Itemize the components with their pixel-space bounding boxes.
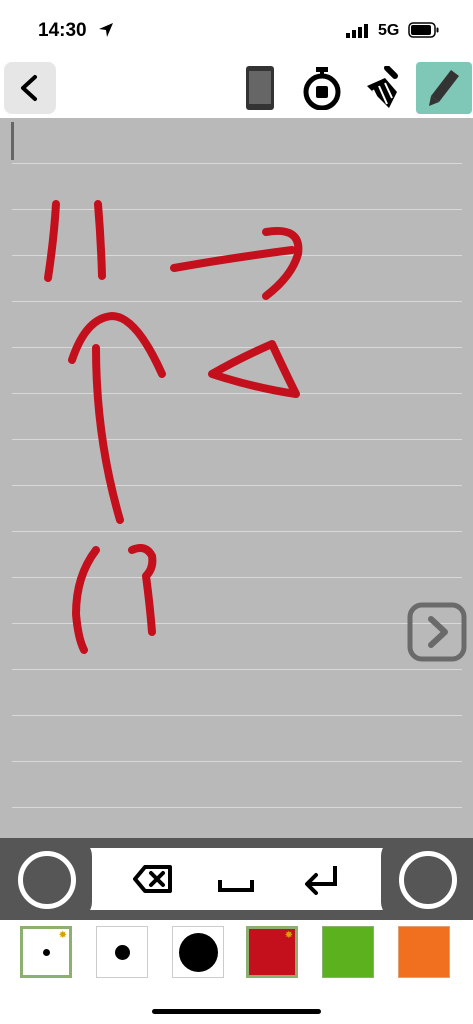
clear-button[interactable] [356, 62, 408, 114]
broom-icon [367, 66, 398, 108]
space-button[interactable] [213, 858, 259, 900]
pencil-button[interactable] [416, 62, 472, 114]
circle-icon [18, 851, 76, 909]
stopwatch-icon [303, 67, 341, 110]
pen-size-small[interactable]: ✸ [20, 926, 72, 978]
location-arrow-icon [98, 22, 114, 43]
next-page-button[interactable] [407, 602, 467, 662]
pen-size-medium[interactable] [96, 926, 148, 978]
network-label: 5G [378, 22, 400, 39]
home-indicator[interactable] [152, 1009, 321, 1014]
bottom-bar [0, 838, 473, 920]
key-panel [100, 850, 374, 908]
color-orange[interactable] [398, 926, 450, 978]
signal-icon [346, 24, 372, 43]
pen-size-large[interactable] [172, 926, 224, 978]
space-icon [218, 880, 254, 892]
backspace-icon [133, 865, 172, 893]
battery-icon [408, 22, 440, 43]
selected-star-icon: ✸ [58, 930, 67, 941]
color-green[interactable] [322, 926, 374, 978]
dot-small [43, 949, 50, 956]
selected-star-icon: ✸ [284, 930, 293, 941]
phone-button[interactable] [234, 62, 286, 114]
pen-palette: ✸ ✸ [0, 920, 473, 990]
drawing-canvas[interactable] [0, 118, 473, 838]
left-circle-button[interactable] [0, 838, 92, 920]
return-button[interactable] [298, 858, 344, 900]
chevron-left-icon [21, 75, 37, 101]
right-circle-button[interactable] [381, 838, 473, 920]
circle-icon [399, 851, 457, 909]
phone-icon [246, 66, 274, 110]
backspace-button[interactable] [130, 858, 176, 900]
status-bar: 14:30 5G [0, 0, 473, 58]
pencil-icon [429, 70, 459, 106]
color-red[interactable]: ✸ [246, 926, 298, 978]
dot-medium [115, 945, 130, 960]
top-toolbar [0, 58, 473, 118]
stopwatch-button[interactable] [296, 62, 348, 114]
back-button[interactable] [4, 62, 56, 114]
return-icon [305, 866, 337, 895]
dot-large [179, 933, 218, 972]
status-time: 14:30 [38, 20, 87, 41]
chevron-right-icon [407, 602, 467, 662]
handwriting-strokes [44, 200, 303, 654]
